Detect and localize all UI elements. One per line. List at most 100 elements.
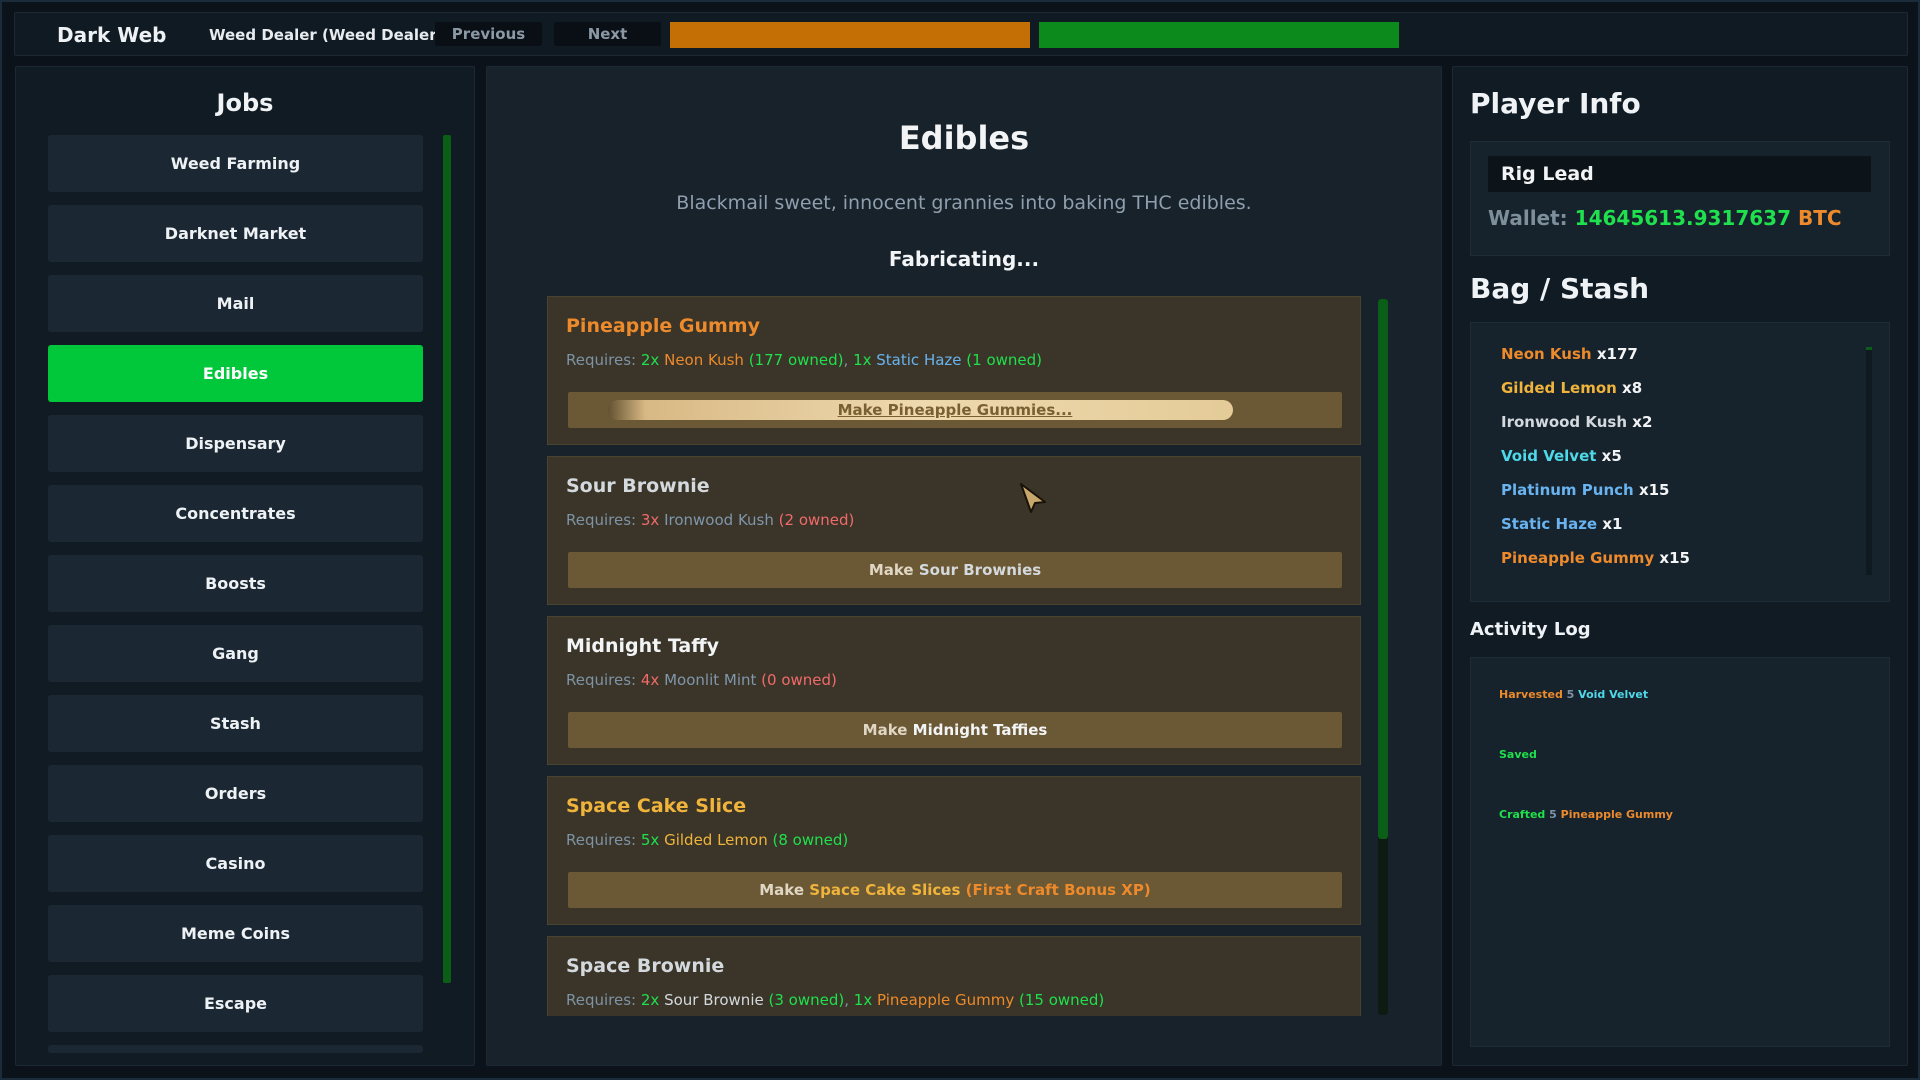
job-mail[interactable]: Mail [48, 275, 423, 332]
recipe-card: Space Cake Slice Requires: 5x Gilded Lem… [547, 776, 1361, 925]
jobs-sidebar: Jobs Weed Farming Darknet Market Mail Ed… [15, 66, 475, 1066]
recipe-card: Sour Brownie Requires: 3x Ironwood Kush … [547, 456, 1361, 605]
job-gang[interactable]: Gang [48, 625, 423, 682]
log-entry: Saved [1499, 748, 1537, 761]
recipe-name: Sour Brownie [566, 475, 710, 497]
job-concentrates[interactable]: Concentrates [48, 485, 423, 542]
requires-label: Requires: [566, 351, 637, 369]
job-casino[interactable]: Casino [48, 835, 423, 892]
sidebar-scrollbar[interactable] [443, 135, 451, 983]
recipe-requirements: Requires: 2x Sour Brownie (3 owned), 1x … [566, 991, 1104, 1009]
ingredient-owned: (15 owned) [1019, 991, 1105, 1009]
player-panel: Player Info Rig Lead Wallet: 14645613.93… [1452, 66, 1908, 1066]
make-midnight-taffy-button[interactable]: Make Midnight Taffies [568, 712, 1342, 748]
recipe-name: Pineapple Gummy [566, 315, 760, 337]
stash-item: Neon Kush x177 [1501, 343, 1690, 377]
job-boosts[interactable]: Boosts [48, 555, 423, 612]
top-bar: Dark Web Weed Dealer (Weed Dealer) Previ… [14, 12, 1908, 56]
ingredient-owned: (177 owned) [748, 351, 844, 369]
make-item: Space Cake Slices [809, 881, 961, 899]
stash-scrollbar-track[interactable] [1866, 347, 1872, 575]
ingredient-owned: (2 owned) [778, 511, 855, 529]
ingredient-owned: (0 owned) [761, 671, 837, 689]
ingredient-name: Pineapple Gummy [876, 991, 1015, 1009]
stash-item-qty: x1 [1602, 515, 1623, 533]
requires-label: Requires: [566, 991, 637, 1009]
make-pineapple-gummy-button[interactable]: Make Pineapple Gummies... [568, 392, 1342, 428]
stash-item-name: Platinum Punch [1501, 481, 1634, 499]
stash-item-qty: x15 [1659, 549, 1690, 567]
job-edibles[interactable]: Edibles [48, 345, 423, 402]
ingredient-owned: (1 owned) [966, 351, 1043, 369]
job-stash[interactable]: Stash [48, 695, 423, 752]
job-escape[interactable]: Escape [48, 975, 423, 1032]
stash-scrollbar-thumb[interactable] [1866, 347, 1872, 350]
ingredient-name: Moonlit Mint [664, 671, 757, 689]
make-item: Sour Brownies [918, 561, 1042, 579]
ingredient-owned: (3 owned) [768, 991, 845, 1009]
stash-item-qty: x5 [1601, 447, 1622, 465]
make-space-cake-slice-button[interactable]: Make Space Cake Slices (First Craft Bonu… [568, 872, 1342, 908]
stash-item: Static Haze x1 [1501, 513, 1690, 547]
requires-label: Requires: [566, 511, 637, 529]
recipe-card: Pineapple Gummy Requires: 2x Neon Kush (… [547, 296, 1361, 445]
make-prefix: Make [862, 721, 908, 739]
ingredient-qty: 2x [640, 351, 660, 369]
stash-item: Ironwood Kush x2 [1501, 411, 1690, 445]
job-orders[interactable]: Orders [48, 765, 423, 822]
ingredient-qty: 1x [853, 351, 872, 369]
wallet-label: Wallet: [1488, 206, 1568, 230]
stash-item: Pineapple Gummy x15 [1501, 547, 1690, 581]
stash-item-qty: x2 [1632, 413, 1653, 431]
log-entry: Harvested 5 Void Velvet [1499, 688, 1648, 701]
stash-item-qty: x177 [1596, 345, 1638, 363]
recipe-name: Midnight Taffy [566, 635, 719, 657]
wallet-amount: 14645613.9317637 [1574, 206, 1791, 230]
page-title: Edibles [898, 119, 1030, 157]
activity-log-title: Activity Log [1470, 619, 1591, 640]
log-verb: Saved [1499, 748, 1537, 761]
app-title: Dark Web [57, 23, 167, 47]
make-prefix: Make [759, 881, 805, 899]
stash-item-name: Pineapple Gummy [1501, 549, 1655, 567]
progress-bar-orange [670, 22, 1030, 48]
job-meme-coins[interactable]: Meme Coins [48, 905, 423, 962]
make-item: Midnight Taffies [912, 721, 1048, 739]
log-count: 5 [1549, 808, 1557, 821]
stash-item: Void Velvet x5 [1501, 445, 1690, 479]
make-sour-brownie-button[interactable]: Make Sour Brownies [568, 552, 1342, 588]
requires-label: Requires: [566, 831, 637, 849]
progress-bar-green [1039, 22, 1399, 48]
stash-item-name: Void Velvet [1501, 447, 1597, 465]
next-button[interactable]: Next [554, 22, 661, 46]
requires-label: Requires: [566, 671, 637, 689]
log-verb: Harvested [1499, 688, 1563, 701]
stash-item-name: Gilded Lemon [1501, 379, 1617, 397]
recipe-card: Midnight Taffy Requires: 4x Moonlit Mint… [547, 616, 1361, 765]
job-item-partial[interactable] [48, 1045, 423, 1053]
ingredient-name: Neon Kush [664, 351, 744, 369]
ingredient-owned: (8 owned) [772, 831, 849, 849]
stash-box: Neon Kush x177 Gilded Lemon x8 Ironwood … [1470, 322, 1890, 602]
wallet-unit: BTC [1797, 206, 1842, 230]
first-craft-bonus: (First Craft Bonus XP) [965, 881, 1151, 899]
recipe-requirements: Requires: 5x Gilded Lemon (8 owned) [566, 831, 848, 849]
ingredient-qty: 1x [853, 991, 873, 1009]
current-job-title: Weed Dealer (Weed Dealer) [209, 26, 444, 44]
job-darknet-market[interactable]: Darknet Market [48, 205, 423, 262]
recipe-scrollbar-thumb[interactable] [1378, 299, 1388, 839]
ingredient-qty: 2x [640, 991, 660, 1009]
bag-stash-title: Bag / Stash [1470, 272, 1650, 305]
fabricating-status: Fabricating... [888, 247, 1040, 271]
stash-item-name: Ironwood Kush [1501, 413, 1628, 431]
job-dispensary[interactable]: Dispensary [48, 415, 423, 472]
activity-log: Harvested 5 Void Velvet Saved Crafted 5 … [1470, 657, 1890, 1047]
ingredient-name: Ironwood Kush [664, 511, 774, 529]
job-weed-farming[interactable]: Weed Farming [48, 135, 423, 192]
previous-button[interactable]: Previous [435, 22, 542, 46]
make-prefix: Make [868, 561, 914, 579]
ingredient-qty: 4x [640, 671, 660, 689]
recipe-requirements: Requires: 3x Ironwood Kush (2 owned) [566, 511, 854, 529]
recipe-requirements: Requires: 2x Neon Kush (177 owned), 1x S… [566, 351, 1042, 369]
stash-item-name: Static Haze [1501, 515, 1598, 533]
